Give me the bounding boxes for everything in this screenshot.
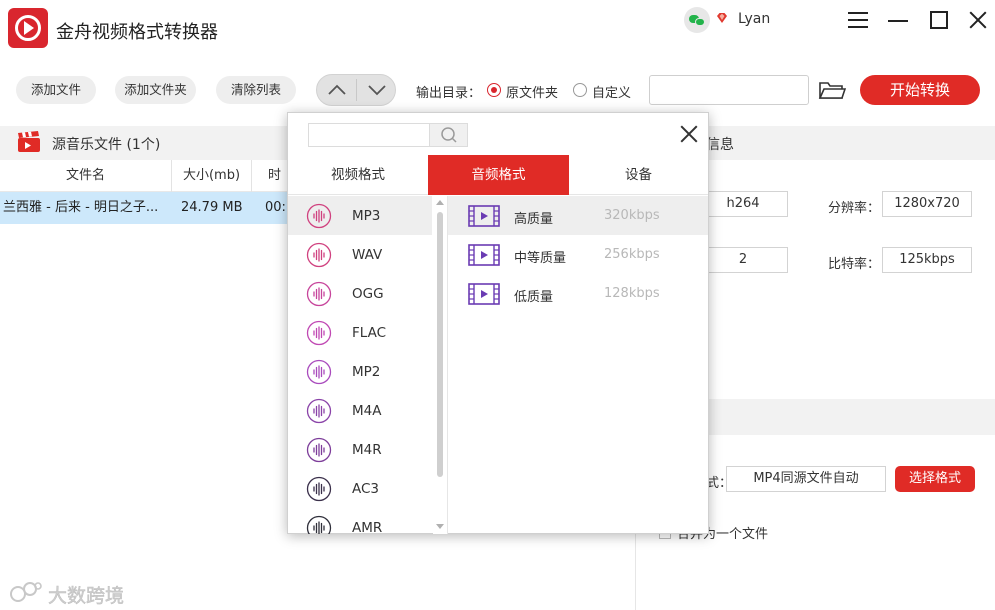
format-name: AC3: [352, 481, 380, 497]
quality-name: 高质量: [514, 212, 554, 227]
format-tabs: 视频格式 音频格式 设备: [288, 155, 708, 195]
title-bar: 金舟视频格式转换器 Lyan: [0, 0, 995, 58]
audio-wave-icon: [306, 242, 332, 268]
audio-wave-icon: [306, 476, 332, 502]
menu-icon[interactable]: [846, 8, 870, 32]
list-item[interactable]: FLAC: [288, 313, 432, 352]
codec-field[interactable]: h264: [698, 191, 788, 217]
audio-wave-icon: [306, 320, 332, 346]
add-file-button[interactable]: 添加文件: [16, 76, 96, 104]
scrollbar-thumb[interactable]: [437, 212, 443, 477]
maximize-icon[interactable]: [927, 8, 951, 32]
audio-wave-icon: [306, 437, 332, 463]
wechat-icon[interactable]: [684, 7, 710, 33]
list-item[interactable]: AC3: [288, 469, 432, 508]
vip-diamond-icon: [717, 13, 727, 23]
output-path-input[interactable]: [649, 75, 809, 105]
scroll-up-arrow-icon[interactable]: [436, 200, 444, 205]
list-item[interactable]: MP2: [288, 352, 432, 391]
app-logo-icon: [8, 8, 48, 48]
quality-rate: 128kbps: [604, 286, 660, 301]
custom-label[interactable]: 自定义: [592, 82, 631, 101]
quality-item-medium[interactable]: 中等质量 256kbps: [448, 235, 708, 274]
quality-item-low[interactable]: 低质量 128kbps: [448, 274, 708, 313]
list-item[interactable]: MP3: [288, 196, 432, 235]
video-clip-icon: [468, 283, 500, 305]
radio-source-folder[interactable]: [487, 83, 501, 97]
column-filename[interactable]: 文件名: [0, 160, 172, 192]
column-size[interactable]: 大小(mb): [172, 160, 252, 192]
file-size-cell: 24.79 MB: [181, 200, 243, 215]
source-files-title: 源音乐文件 (1个): [52, 137, 161, 153]
tab-audio-format[interactable]: 音频格式: [428, 155, 569, 195]
video-clip-icon: [468, 205, 500, 227]
channels-field[interactable]: 2: [698, 247, 788, 273]
clear-list-button[interactable]: 清除列表: [216, 76, 296, 104]
tab-video-format[interactable]: 视频格式: [288, 155, 428, 195]
folder-icon[interactable]: [818, 79, 846, 101]
audio-wave-icon: [306, 281, 332, 307]
search-icon: [441, 127, 457, 143]
output-dir-label: 输出目录：: [416, 86, 482, 101]
resolution-field[interactable]: 1280x720: [882, 191, 972, 217]
resolution-label: 分辨率：: [828, 201, 881, 216]
video-clip-icon: [468, 244, 500, 266]
list-item[interactable]: AMR: [288, 508, 432, 534]
quality-rate: 320kbps: [604, 208, 660, 223]
quality-rate: 256kbps: [604, 247, 660, 262]
choose-format-button[interactable]: 选择格式: [895, 466, 975, 492]
format-name: MP2: [352, 364, 381, 380]
move-down-button[interactable]: [357, 75, 396, 105]
audio-format-list: MP3 WAV OGG FLAC MP2 M4A M4R AC3 AMR: [288, 196, 432, 534]
tab-device[interactable]: 设备: [569, 155, 708, 195]
format-name: AMR: [352, 520, 383, 534]
quality-item-high[interactable]: 高质量 320kbps: [448, 196, 708, 235]
bitrate-label: 比特率：: [828, 257, 881, 272]
add-folder-button[interactable]: 添加文件夹: [115, 76, 196, 104]
close-window-icon[interactable]: [966, 8, 990, 32]
format-name: FLAC: [352, 325, 387, 341]
quality-name: 低质量: [514, 290, 554, 305]
film-clapper-icon: [18, 131, 40, 152]
format-name: MP3: [352, 208, 381, 224]
audio-wave-icon: [306, 359, 332, 385]
audio-wave-icon: [306, 515, 332, 534]
minimize-icon[interactable]: [886, 8, 910, 32]
start-convert-button[interactable]: 开始转换: [860, 75, 980, 105]
move-up-button[interactable]: [317, 75, 356, 105]
file-name-cell: 兰西雅 - 后来 - 明日之子...: [3, 200, 159, 215]
list-item[interactable]: M4R: [288, 430, 432, 469]
source-folder-label[interactable]: 原文件夹: [506, 82, 558, 101]
scroll-down-arrow-icon[interactable]: [436, 524, 444, 529]
bitrate-field[interactable]: 125kbps: [882, 247, 972, 273]
column-duration[interactable]: 时: [252, 160, 292, 192]
watermark-text: 大数跨境: [48, 585, 125, 608]
search-button[interactable]: [429, 124, 467, 146]
format-name: M4R: [352, 442, 382, 458]
format-name: M4A: [352, 403, 382, 419]
audio-wave-icon: [306, 398, 332, 424]
watermark-logo-icon: [10, 582, 42, 602]
format-name: OGG: [352, 286, 384, 302]
format-name: WAV: [352, 247, 383, 263]
audio-wave-icon: [306, 203, 332, 229]
radio-custom[interactable]: [573, 83, 587, 97]
move-buttons: [316, 74, 396, 106]
list-item[interactable]: WAV: [288, 235, 432, 274]
quality-name: 中等质量: [514, 251, 567, 266]
close-icon[interactable]: [680, 125, 698, 143]
format-popup: 视频格式 音频格式 设备 MP3 WAV OGG FLAC MP2 M4A M4…: [287, 112, 709, 534]
chevron-up-icon: [328, 84, 346, 95]
format-list-scrollbar[interactable]: [433, 196, 447, 534]
username[interactable]: Lyan: [738, 11, 770, 27]
info-header-label: 信息: [706, 137, 734, 153]
chevron-down-icon: [368, 85, 386, 96]
format-search-input[interactable]: [308, 123, 468, 147]
app-title: 金舟视频格式转换器: [56, 22, 218, 43]
list-item[interactable]: OGG: [288, 274, 432, 313]
list-item[interactable]: M4A: [288, 391, 432, 430]
output-format-field[interactable]: MP4同源文件自动: [726, 466, 886, 492]
